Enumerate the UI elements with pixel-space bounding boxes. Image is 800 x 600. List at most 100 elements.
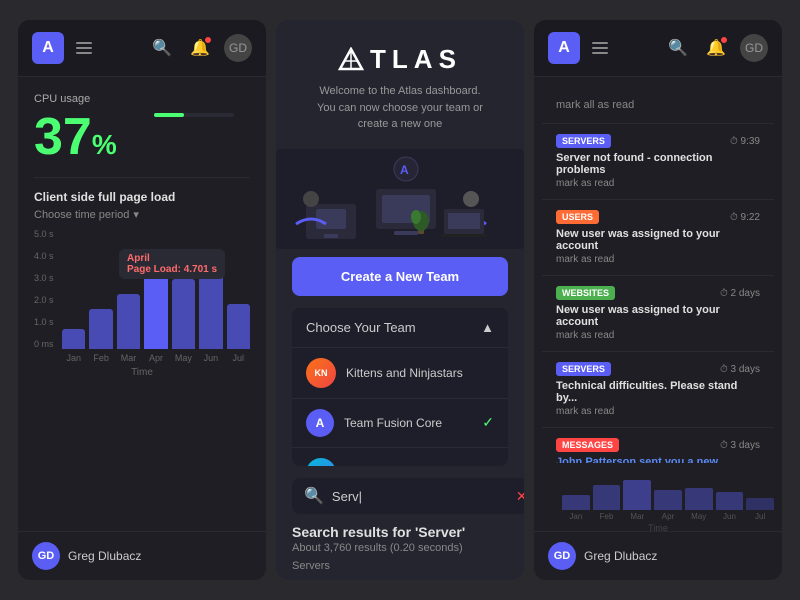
search-results-title: Search results for 'Server' xyxy=(292,524,508,540)
right-footer-avatar[interactable]: GD xyxy=(548,542,576,570)
bar-jun xyxy=(199,274,222,349)
right-menu-icon[interactable] xyxy=(592,42,608,54)
notif-title-4: Technical difficulties. Please stand by.… xyxy=(556,380,760,404)
notification-icon[interactable]: 🔔 xyxy=(186,34,214,62)
notif-title-5: John Patterson sent you a new message xyxy=(556,456,760,463)
left-panel: A 🔍 🔔 GD CPU usage 37% xyxy=(18,20,266,580)
chart-tooltip: April Page Load: 4.701 s xyxy=(119,249,225,279)
cpu-section: CPU usage 37% xyxy=(34,93,250,165)
search-icon[interactable]: 🔍 xyxy=(148,34,176,62)
search-results-subtitle: About 3,760 results (0.20 seconds) xyxy=(292,542,508,554)
notif-item-5: MESSAGES ⏱ 3 days John Patterson sent yo… xyxy=(542,428,774,463)
y-axis: 5.0 s 4.0 s 3.0 s 2.0 s 1.0 s 0 ms xyxy=(34,229,54,349)
notif-tag-servers-1: SERVERS xyxy=(556,134,611,148)
cpu-value: 37% xyxy=(34,111,117,163)
notif-top: mark all as read xyxy=(542,85,774,124)
team-list: KN Kittens and Ninjastars A Team Fusion … xyxy=(292,347,508,467)
chart-area: April Page Load: 4.701 s 5.0 s 4.0 s 3.0… xyxy=(34,229,250,389)
notif-item-3: WEBSITES ⏱ 2 days New user was assigned … xyxy=(542,276,774,352)
bar-jan xyxy=(62,329,85,349)
notif-time-5: ⏱ 3 days xyxy=(720,440,760,451)
notif-time-1: ⏱ 9:39 xyxy=(730,136,760,147)
bar-jul xyxy=(227,304,250,349)
illustration-svg: A xyxy=(276,149,524,249)
right-mini-bars xyxy=(542,475,774,510)
selected-check-icon: ✓ xyxy=(482,414,494,431)
team-name-fusion: Team Fusion Core xyxy=(344,416,472,430)
mid-panel: TLAS Welcome to the Atlas dashboard.You … xyxy=(276,20,524,580)
right-logo[interactable]: A xyxy=(548,32,580,64)
notif-item-2: USERS ⏱ 9:22 New user was assigned to yo… xyxy=(542,200,774,276)
notif-tag-websites: WEBSITES xyxy=(556,286,615,300)
right-bottom-chart: Jan Feb Mar Apr May Jun Jul Time xyxy=(534,471,782,531)
search-section: 🔍 ✕ Close Search results for 'Server' Ab… xyxy=(276,466,524,580)
team-avatar-kittens: KN xyxy=(306,358,336,388)
team-item-fusion[interactable]: A Team Fusion Core ✓ xyxy=(292,399,508,448)
footer-avatar[interactable]: GD xyxy=(32,542,60,570)
team-item-kittens[interactable]: KN Kittens and Ninjastars xyxy=(292,348,508,399)
notif-action-2[interactable]: mark as read xyxy=(556,254,760,265)
notif-item-4: SERVERS ⏱ 3 days Technical difficulties.… xyxy=(542,352,774,428)
bar-feb xyxy=(89,309,112,349)
right-header: A 🔍 🔔 GD xyxy=(534,20,782,77)
atlas-logo: TLAS xyxy=(292,44,508,75)
notif-title-1: Server not found - connection problems xyxy=(556,152,760,176)
notif-action-3[interactable]: mark as read xyxy=(556,330,760,341)
right-search-icon[interactable]: 🔍 xyxy=(664,34,692,62)
cpu-bar-fill xyxy=(154,113,184,117)
right-header-icons: 🔍 🔔 GD xyxy=(664,34,768,62)
notif-title-2: New user was assigned to your account xyxy=(556,228,760,252)
menu-icon[interactable] xyxy=(76,42,92,54)
search-bar: 🔍 ✕ xyxy=(292,478,524,514)
team-item-another[interactable]: AT Another Team Name xyxy=(292,448,508,467)
atlas-subtitle: Welcome to the Atlas dashboard.You can n… xyxy=(292,83,508,133)
chart-subtitle: Time xyxy=(34,367,250,378)
search-input[interactable] xyxy=(332,489,508,504)
notif-time-3: ⏱ 2 days xyxy=(720,288,760,299)
time-period-selector[interactable]: Choose time period ▾ xyxy=(34,208,250,221)
right-x-labels: Jan Feb Mar Apr May Jun Jul xyxy=(542,512,774,521)
notif-item-1: SERVERS ⏱ 9:39 Server not found - connec… xyxy=(542,124,774,200)
left-logo[interactable]: A xyxy=(32,32,64,64)
atlas-logo-icon xyxy=(338,47,364,73)
right-time-label: Time xyxy=(542,523,774,531)
notif-sender-link[interactable]: John Patterson xyxy=(556,456,636,463)
header-icons: 🔍 🔔 GD xyxy=(148,34,252,62)
team-dropdown: Choose Your Team ▲ KN Kittens and Ninjas… xyxy=(292,308,508,467)
right-notification-icon[interactable]: 🔔 xyxy=(702,34,730,62)
footer-name: Greg Dlubacz xyxy=(68,549,141,563)
team-avatar-fusion: A xyxy=(306,409,334,437)
search-clear-icon[interactable]: ✕ xyxy=(516,488,524,505)
team-name-kittens: Kittens and Ninjastars xyxy=(346,366,494,380)
notif-title-3: New user was assigned to your account xyxy=(556,304,760,328)
bar-may xyxy=(172,279,195,349)
bar-chart: 5.0 s 4.0 s 3.0 s 2.0 s 1.0 s 0 ms xyxy=(34,229,250,349)
right-footer-name: Greg Dlubacz xyxy=(584,549,657,563)
create-team-button[interactable]: Create a New Team xyxy=(292,257,508,296)
svg-text:A: A xyxy=(400,163,409,177)
avatar[interactable]: GD xyxy=(224,34,252,62)
servers-label: Servers xyxy=(292,560,508,572)
notif-action-1[interactable]: mark as read xyxy=(556,178,760,189)
cpu-bar-track xyxy=(154,113,234,117)
team-avatar-another: AT xyxy=(306,458,336,467)
right-footer: GD Greg Dlubacz xyxy=(534,531,782,580)
right-avatar[interactable]: GD xyxy=(740,34,768,62)
atlas-header: TLAS Welcome to the Atlas dashboard.You … xyxy=(276,20,524,149)
notif-tag-users: USERS xyxy=(556,210,599,224)
search-row: 🔍 ✕ Close xyxy=(292,478,508,524)
divider-1 xyxy=(34,177,250,178)
x-axis: Jan Feb Mar Apr May Jun Jul xyxy=(34,353,250,363)
right-panel: A 🔍 🔔 GD mark all as read SERVERS ⏱ xyxy=(534,20,782,580)
right-notification-badge xyxy=(720,36,728,44)
notif-tag-servers-2: SERVERS xyxy=(556,362,611,376)
dropdown-header[interactable]: Choose Your Team ▲ xyxy=(292,308,508,347)
atlas-text: TLAS xyxy=(370,44,462,75)
page-load-title: Client side full page load xyxy=(34,190,250,204)
notif-action-4[interactable]: mark as read xyxy=(556,406,760,417)
bars xyxy=(34,229,250,349)
bar-mar xyxy=(117,294,140,349)
cpu-label: CPU usage xyxy=(34,93,117,105)
notifications-panel: mark all as read SERVERS ⏱ 9:39 Server n… xyxy=(542,85,774,463)
mark-all-button[interactable]: mark all as read xyxy=(556,99,634,111)
